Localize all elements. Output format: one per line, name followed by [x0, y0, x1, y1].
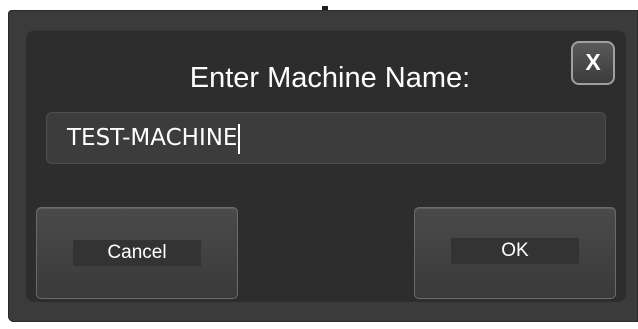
close-button[interactable]: X: [571, 41, 615, 85]
cancel-button-label: Cancel: [73, 240, 201, 266]
machine-name-value: TEST-MACHINE: [67, 125, 238, 151]
cancel-button[interactable]: Cancel: [36, 207, 238, 299]
ok-button[interactable]: OK: [414, 207, 616, 299]
machine-name-input[interactable]: TEST-MACHINE: [46, 112, 606, 164]
text-caret: [238, 123, 241, 154]
dialog-title: Enter Machine Name:: [189, 62, 471, 94]
ok-button-label: OK: [451, 238, 579, 264]
close-icon: X: [585, 49, 601, 75]
